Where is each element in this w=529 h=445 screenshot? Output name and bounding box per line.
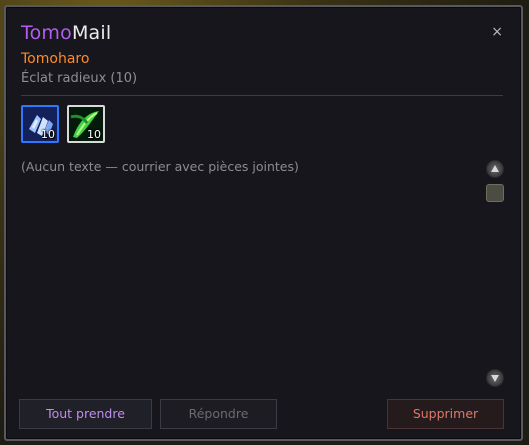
header-divider — [21, 95, 503, 96]
take-all-button[interactable]: Tout prendre — [19, 399, 152, 429]
sender-name: Tomoharo — [21, 51, 90, 67]
scroll-up-button[interactable] — [486, 160, 504, 178]
window-title: TomoMail — [21, 21, 111, 45]
reply-button[interactable]: Répondre — [160, 399, 277, 429]
mail-body-text: (Aucun texte — courrier avec pièces join… — [21, 159, 299, 174]
mail-window: TomoMail × Tomoharo Éclat radieux (10) 1… — [4, 5, 523, 441]
scroll-down-button[interactable] — [486, 369, 504, 387]
attachment-slot-1[interactable]: 10 — [21, 105, 59, 143]
attachment-slot-2[interactable]: 10 — [67, 105, 105, 143]
delete-button[interactable]: Supprimer — [387, 399, 504, 429]
arrow-up-icon — [491, 165, 499, 172]
arrow-down-icon — [491, 375, 499, 382]
attachment-count-1: 10 — [41, 128, 55, 141]
scrollbar-thumb[interactable] — [486, 184, 504, 202]
attachment-count-2: 10 — [87, 128, 101, 141]
mail-subject: Éclat radieux (10) — [21, 71, 138, 86]
title-part-tomo: Tomo — [21, 22, 72, 44]
title-part-mail: Mail — [71, 22, 112, 44]
close-icon[interactable]: × — [491, 24, 503, 40]
